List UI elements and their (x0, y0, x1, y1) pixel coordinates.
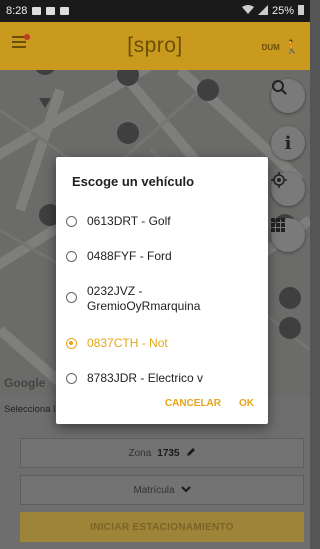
status-bar: 8:28 25% (0, 0, 310, 22)
app-bar: [spro] DUM 🚶 (0, 22, 310, 70)
ok-button[interactable]: OK (239, 398, 254, 409)
parking-marker[interactable] (279, 317, 301, 339)
grid-icon[interactable] (271, 218, 305, 252)
vehicle-option[interactable]: 8783JDR - Electrico v (66, 371, 266, 386)
check-notification-icon (60, 7, 70, 15)
dialog-title: Escoge un vehículo (72, 174, 195, 189)
start-parking-button[interactable]: INICIAR ESTACIONAMIENTO (20, 512, 304, 542)
vehicle-option-label: 0488FYF - Ford (87, 249, 172, 263)
parking-marker[interactable] (279, 287, 301, 309)
search-icon[interactable] (271, 79, 305, 113)
vehicle-option-label: 8783JDR - Electrico v (87, 371, 204, 385)
google-attribution: Google (4, 376, 46, 390)
vehicle-option-selected[interactable]: 0837CTH - Not (66, 336, 266, 351)
vehicle-option-label: 0613DRT - Golf (87, 214, 171, 228)
zone-value: 1735 (157, 447, 180, 459)
radio-button[interactable] (66, 251, 77, 262)
vehicle-option[interactable]: 0488FYF - Ford (66, 249, 266, 264)
mail-notification-icon (46, 7, 56, 15)
zone-selector[interactable]: Zona 1735 (20, 438, 304, 468)
locate-icon[interactable] (271, 172, 305, 206)
walking-person-icon: 🚶 (283, 39, 300, 54)
plate-label: Matrícula (133, 484, 175, 496)
signal-icon (257, 4, 268, 18)
user-indicator[interactable]: DUM 🚶 (262, 39, 300, 55)
pencil-icon (186, 447, 196, 460)
cancel-button[interactable]: CANCELAR (165, 398, 221, 409)
vehicle-picker-dialog: Escoge un vehículo 0613DRT - Golf 0488FY… (56, 157, 268, 424)
vehicle-option[interactable]: 0232JVZ - GremioOyRmarquina (66, 284, 266, 314)
parking-marker[interactable] (117, 122, 139, 144)
zone-label: Zona (128, 447, 152, 459)
info-icon[interactable]: i (271, 126, 305, 160)
radio-button-selected[interactable] (66, 338, 77, 349)
user-name: DUM (261, 42, 280, 52)
wifi-icon (241, 4, 254, 18)
vehicle-option-label: 0232JVZ - GremioOyRmarquina (87, 284, 201, 313)
plate-selector[interactable]: Matrícula (20, 475, 304, 505)
image-notification-icon (32, 7, 42, 15)
chevron-down-icon (180, 485, 191, 496)
radio-button[interactable] (66, 292, 77, 303)
battery-icon (298, 4, 304, 18)
parking-marker[interactable] (197, 79, 219, 101)
vehicle-option-label: 0837CTH - Not (87, 336, 168, 350)
battery-level: 25% (271, 5, 294, 17)
radio-button[interactable] (66, 216, 77, 227)
status-time: 8:28 (6, 5, 28, 17)
radio-button[interactable] (66, 373, 77, 384)
dialog-actions: CANCELAR OK (165, 398, 254, 409)
vehicle-option[interactable]: 0613DRT - Golf (66, 214, 266, 229)
